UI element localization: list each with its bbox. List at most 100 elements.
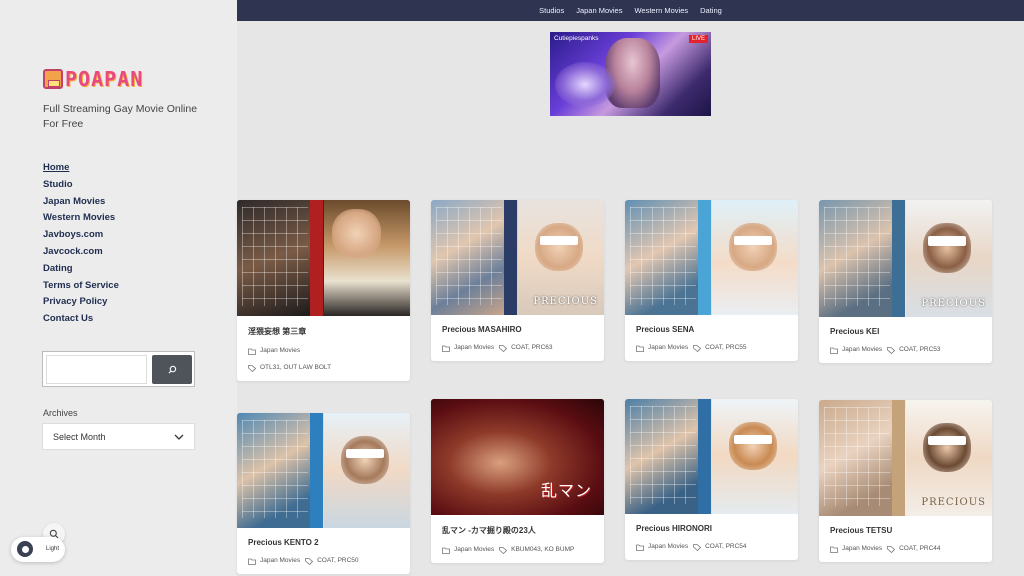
chevron-down-icon — [174, 434, 184, 440]
search-button[interactable] — [152, 355, 192, 384]
post-tags-label[interactable]: COAT, PRC53 — [899, 345, 940, 355]
post-card[interactable]: 乱マン 乱マン -カマ掘り殿の23人 Japan Movies KBUM043,… — [431, 399, 604, 563]
post-tags-label[interactable]: COAT, PRC50 — [317, 556, 358, 566]
nav-item-javcock[interactable]: Javcock.com — [43, 245, 119, 262]
post-category-label[interactable]: Japan Movies — [454, 545, 494, 555]
folder-icon — [442, 547, 450, 554]
folder-icon — [830, 546, 838, 553]
post-tags: COAT, PRC55 — [693, 343, 747, 353]
post-title[interactable]: Precious SENA — [636, 325, 787, 334]
post-card[interactable]: 淫猥妄想 第三章 Japan Movies OTL31, OUT LAW BOL… — [237, 200, 410, 381]
nav-item-contact[interactable]: Contact Us — [43, 312, 119, 329]
folder-icon — [830, 347, 838, 354]
post-tags: COAT, PRC50 — [305, 556, 359, 566]
folder-icon — [248, 348, 256, 355]
post-category-label[interactable]: Japan Movies — [260, 556, 300, 566]
cover-caption: PRECIOUS — [533, 296, 598, 307]
post-category-label[interactable]: Japan Movies — [454, 343, 494, 353]
post-card[interactable]: PRECIOUS Precious KEI Japan Movies COAT,… — [819, 200, 992, 363]
cover-caption: 乱マン — [540, 481, 592, 500]
post-title[interactable]: Precious TETSU — [830, 526, 981, 535]
post-category: Japan Movies — [248, 346, 300, 356]
nav-item-western-movies[interactable]: Western Movies — [43, 211, 119, 228]
post-category: Japan Movies — [830, 544, 882, 554]
tag-icon — [693, 344, 702, 352]
topnav-studios[interactable]: Studios — [539, 6, 564, 15]
post-category-label[interactable]: Japan Movies — [842, 345, 882, 355]
post-tags: OTL31, OUT LAW BOLT — [248, 363, 331, 373]
post-card[interactable]: Precious KENTO 2 Japan Movies COAT, PRC5… — [237, 413, 410, 574]
post-category-label[interactable]: Japan Movies — [648, 343, 688, 353]
post-category: Japan Movies — [636, 343, 688, 353]
post-tags-label[interactable]: COAT, PRC44 — [899, 544, 940, 554]
post-card[interactable]: Precious HIRONORI Japan Movies COAT, PRC… — [625, 399, 798, 560]
tag-icon — [305, 557, 314, 565]
post-card[interactable]: PRECIOUS Precious MASAHIRO Japan Movies … — [431, 200, 604, 361]
post-thumbnail[interactable] — [625, 399, 798, 514]
post-tags-label[interactable]: COAT, PRC54 — [705, 542, 746, 552]
site-logo[interactable]: POAPAN — [43, 67, 143, 91]
archives-heading: Archives — [43, 408, 78, 418]
nav-item-privacy[interactable]: Privacy Policy — [43, 295, 119, 312]
post-tags-label[interactable]: OTL31, OUT LAW BOLT — [260, 363, 331, 373]
tag-icon — [248, 364, 256, 372]
post-category-label[interactable]: Japan Movies — [648, 542, 688, 552]
folder-icon — [636, 345, 644, 352]
live-cam-banner[interactable]: Cutiepiespanks LIVE — [550, 32, 711, 116]
post-tags: COAT, PRC44 — [887, 544, 941, 554]
post-thumbnail[interactable] — [237, 413, 410, 528]
post-tags-label[interactable]: COAT, PRC63 — [511, 343, 552, 353]
nav-item-home[interactable]: Home — [43, 161, 119, 178]
post-category-label[interactable]: Japan Movies — [842, 544, 882, 554]
folder-icon — [248, 558, 256, 565]
post-category-label[interactable]: Japan Movies — [260, 346, 300, 356]
post-card[interactable]: Precious SENA Japan Movies COAT, PRC55 — [625, 200, 798, 361]
theme-toggle-label: Light — [46, 546, 60, 552]
post-title[interactable]: Precious KEI — [830, 327, 981, 336]
nav-item-studio[interactable]: Studio — [43, 178, 119, 195]
post-tags-label[interactable]: KBUM043, KO BUMP — [511, 545, 574, 555]
folder-icon — [442, 345, 450, 352]
top-navigation: Studios Japan Movies Western Movies Dati… — [237, 0, 1024, 21]
archives-select-value: Select Month — [53, 431, 106, 442]
post-category: Japan Movies — [830, 345, 882, 355]
site-tagline: Full Streaming Gay Movie Online For Free — [43, 103, 198, 130]
post-title[interactable]: 乱マン -カマ掘り殿の23人 — [442, 525, 593, 536]
post-thumbnail[interactable]: PRECIOUS — [819, 400, 992, 516]
topnav-japan-movies[interactable]: Japan Movies — [576, 6, 622, 15]
sun-icon — [17, 541, 33, 557]
post-thumbnail[interactable] — [625, 200, 798, 315]
post-thumbnail[interactable]: PRECIOUS — [819, 200, 992, 317]
post-tags: COAT, PRC53 — [887, 345, 941, 355]
archives-select[interactable]: Select Month — [42, 423, 195, 450]
post-card[interactable]: PRECIOUS Precious TETSU Japan Movies COA… — [819, 400, 992, 562]
folder-icon — [636, 544, 644, 551]
live-badge: LIVE — [688, 35, 708, 43]
tag-icon — [887, 545, 896, 553]
nav-item-japan-movies[interactable]: Japan Movies — [43, 195, 119, 212]
post-title[interactable]: Precious MASAHIRO — [442, 325, 593, 334]
nav-item-javboys[interactable]: Javboys.com — [43, 228, 119, 245]
post-thumbnail[interactable]: PRECIOUS — [431, 200, 604, 315]
post-title[interactable]: 淫猥妄想 第三章 — [248, 326, 399, 337]
tag-icon — [499, 546, 508, 554]
post-title[interactable]: Precious KENTO 2 — [248, 538, 399, 547]
nav-item-dating[interactable]: Dating — [43, 262, 119, 279]
post-title[interactable]: Precious HIRONORI — [636, 524, 787, 533]
post-thumbnail[interactable]: 乱マン — [431, 399, 604, 515]
nav-item-terms[interactable]: Terms of Service — [43, 279, 119, 296]
topnav-western-movies[interactable]: Western Movies — [634, 6, 688, 15]
tag-icon — [887, 346, 896, 354]
search-icon — [168, 365, 176, 374]
logo-text: POAPAN — [65, 67, 144, 91]
topnav-dating[interactable]: Dating — [700, 6, 722, 15]
post-category: Japan Movies — [442, 343, 494, 353]
post-tags: COAT, PRC54 — [693, 542, 747, 552]
post-tags: KBUM043, KO BUMP — [499, 545, 574, 555]
post-tags-label[interactable]: COAT, PRC55 — [705, 343, 746, 353]
post-tags: COAT, PRC63 — [499, 343, 553, 353]
theme-toggle[interactable]: Light — [11, 537, 65, 562]
post-category: Japan Movies — [636, 542, 688, 552]
search-input[interactable] — [46, 355, 147, 384]
post-thumbnail[interactable] — [237, 200, 410, 316]
